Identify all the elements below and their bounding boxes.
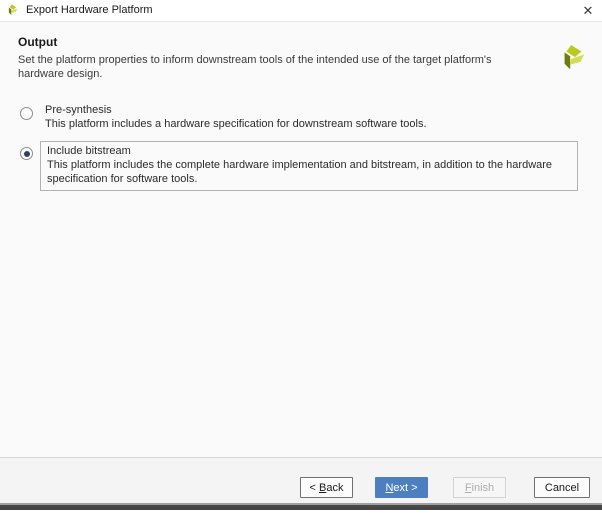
xilinx-logo-large-icon [564,44,585,70]
page-title: Output [18,35,58,49]
page-subtitle: Set the platform properties to inform do… [18,54,492,80]
option-pre-synthesis[interactable]: Pre-synthesis This platform includes a h… [45,103,565,131]
option-description: This platform includes the complete hard… [47,159,553,185]
wizard-page: Output Set the platform properties to in… [0,22,602,457]
xilinx-logo-icon [8,4,18,15]
finish-button: Finish [453,477,506,498]
close-icon[interactable]: ✕ [578,1,598,20]
radio-pre-synthesis[interactable] [20,107,33,120]
back-button[interactable]: < Back [300,477,353,498]
window-title: Export Hardware Platform [26,4,153,16]
titlebar: Export Hardware Platform ✕ [0,0,602,22]
export-hardware-platform-dialog: Export Hardware Platform ✕ Output Set th… [0,0,602,514]
next-button[interactable]: Next > [375,477,428,498]
option-label: Pre-synthesis [45,104,112,116]
option-label: Include bitstream [47,145,131,157]
radio-include-bitstream[interactable] [20,147,33,160]
window-bottom-edge [0,503,602,510]
cancel-button[interactable]: Cancel [534,477,590,498]
option-include-bitstream[interactable]: Include bitstream This platform includes… [40,141,578,191]
option-description: This platform includes a hardware specif… [45,118,427,130]
